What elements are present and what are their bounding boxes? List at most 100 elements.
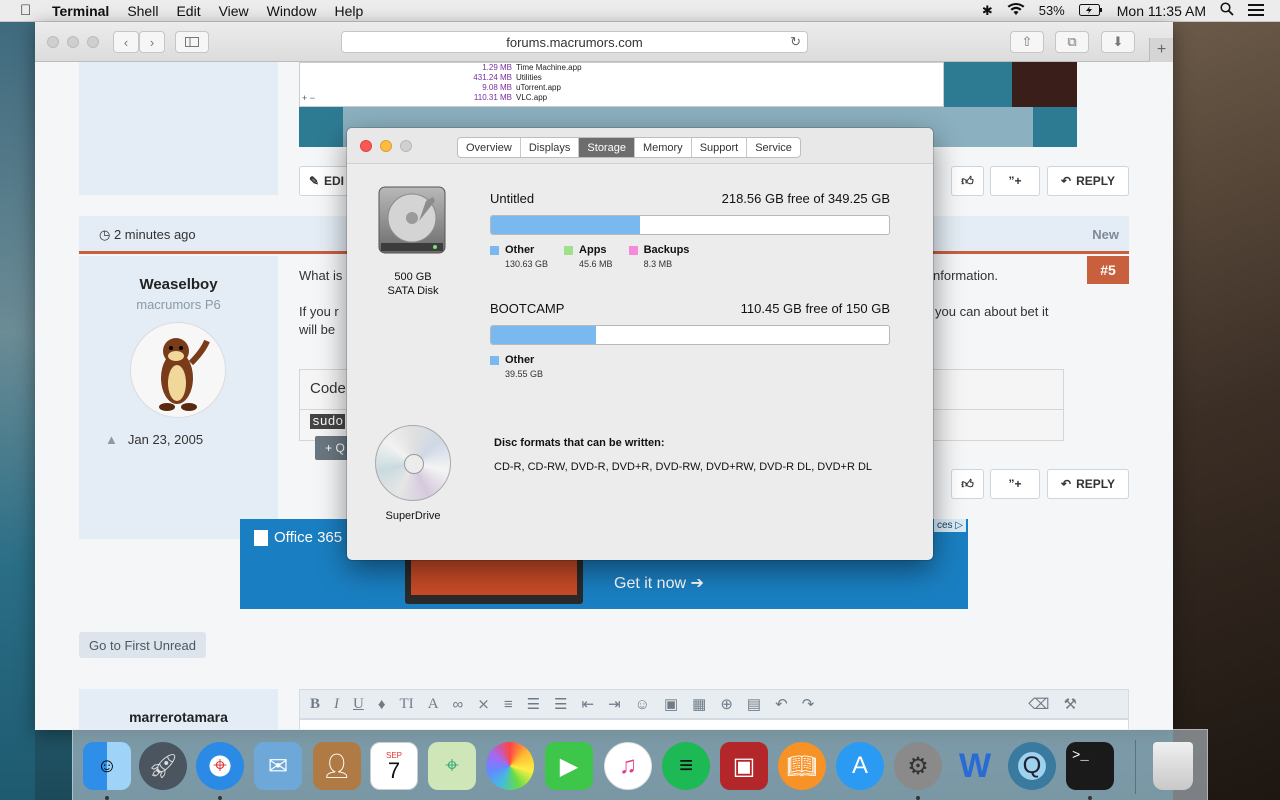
image-icon[interactable]: ▣ bbox=[664, 695, 678, 713]
mail-icon[interactable]: ✉ bbox=[254, 742, 302, 790]
maps-icon[interactable]: ⌖ bbox=[428, 742, 476, 790]
launchpad-icon[interactable]: 🚀︎ bbox=[139, 742, 187, 790]
link-icon[interactable]: ∞ bbox=[453, 696, 464, 713]
back-button[interactable]: ‹ bbox=[113, 31, 139, 53]
redo-icon[interactable]: ↷ bbox=[802, 695, 815, 713]
reply-username[interactable]: marrerotamara bbox=[79, 709, 278, 725]
tab-displays[interactable]: Displays bbox=[521, 138, 580, 157]
trash-icon[interactable] bbox=[1153, 742, 1193, 790]
zoom-button[interactable] bbox=[400, 140, 412, 152]
notification-center-icon[interactable] bbox=[1248, 3, 1264, 19]
post-number[interactable]: #5 bbox=[1087, 256, 1129, 284]
wifi-icon[interactable] bbox=[1007, 2, 1025, 19]
menu-edit[interactable]: Edit bbox=[176, 3, 200, 19]
save-draft-icon[interactable]: ▤ bbox=[747, 695, 761, 713]
edit-button[interactable]: ✎ EDI bbox=[299, 166, 354, 196]
app-menu[interactable]: Terminal bbox=[52, 3, 109, 19]
insert-icon[interactable]: ⊕ bbox=[720, 695, 733, 713]
tab-support[interactable]: Support bbox=[692, 138, 748, 157]
adchoices-badge[interactable]: ces ▷ bbox=[933, 519, 966, 532]
zoom-button[interactable] bbox=[87, 36, 99, 48]
tab-overview[interactable]: Overview bbox=[458, 138, 521, 157]
unlink-icon[interactable]: ⨯ bbox=[477, 695, 490, 713]
terminal-icon[interactable]: >_ bbox=[1066, 742, 1114, 790]
address-bar[interactable]: forums.macrumors.com ↻ bbox=[341, 31, 808, 53]
eraser-icon[interactable]: ⌫ bbox=[1028, 695, 1049, 713]
new-tab-button[interactable]: + bbox=[1149, 38, 1173, 62]
battery-percent[interactable]: 53% bbox=[1039, 3, 1065, 18]
share-button[interactable]: ⇧ bbox=[1010, 31, 1044, 53]
download-icon: ⬇ bbox=[1112, 34, 1124, 49]
undo-icon[interactable]: ↶ bbox=[775, 695, 788, 713]
go-to-first-unread-button[interactable]: Go to First Unread bbox=[79, 632, 206, 658]
wrench-icon[interactable]: ⚒ bbox=[1063, 695, 1076, 713]
appstore-icon[interactable]: A bbox=[836, 742, 884, 790]
bold-icon[interactable]: B bbox=[310, 696, 320, 713]
menu-window[interactable]: Window bbox=[267, 3, 317, 19]
multiquote-button[interactable]: ”+ bbox=[990, 469, 1040, 499]
close-button[interactable] bbox=[47, 36, 59, 48]
system-preferences-icon[interactable]: ⚙ bbox=[894, 742, 942, 790]
media-icon[interactable]: ▦ bbox=[692, 695, 706, 713]
font-size-icon[interactable]: TI bbox=[400, 696, 414, 713]
close-button[interactable] bbox=[360, 140, 372, 152]
menu-shell[interactable]: Shell bbox=[127, 3, 158, 19]
smilie-icon[interactable]: ☺ bbox=[635, 696, 650, 713]
text-color-icon[interactable]: ♦ bbox=[378, 696, 386, 713]
like-button[interactable]: 👍︎ bbox=[951, 166, 984, 196]
word-icon[interactable]: W bbox=[951, 742, 999, 790]
minimize-button[interactable] bbox=[67, 36, 79, 48]
photobooth-icon[interactable]: ▣ bbox=[720, 742, 768, 790]
ibooks-icon[interactable]: 📖︎ bbox=[778, 742, 826, 790]
arrow-circle-icon: ➔ bbox=[690, 575, 704, 592]
tab-memory[interactable]: Memory bbox=[635, 138, 692, 157]
bluetooth-icon[interactable]: ✱ bbox=[982, 3, 993, 19]
forward-button[interactable]: › bbox=[139, 31, 165, 53]
post-time[interactable]: ◷ 2 minutes ago bbox=[99, 227, 196, 243]
battery-icon[interactable] bbox=[1078, 3, 1103, 19]
storage-segment-other[interactable] bbox=[491, 326, 597, 344]
reload-icon[interactable]: ↻ bbox=[790, 34, 801, 50]
volume-name: Untitled bbox=[490, 191, 535, 206]
minimize-button[interactable] bbox=[380, 140, 392, 152]
clock[interactable]: Mon 11:35 AM bbox=[1117, 3, 1206, 19]
username[interactable]: Weaselboy bbox=[79, 276, 278, 293]
storage-segment-other[interactable] bbox=[491, 216, 640, 234]
apple-menu-icon[interactable]:  bbox=[20, 2, 38, 19]
ad-cta[interactable]: Get it now ➔ bbox=[614, 573, 704, 593]
avatar[interactable] bbox=[130, 322, 226, 418]
menu-view[interactable]: View bbox=[219, 3, 249, 19]
reply-button[interactable]: ↶ REPLY bbox=[1047, 166, 1129, 196]
indent-icon[interactable]: ⇥ bbox=[608, 695, 621, 713]
like-button[interactable]: 👍︎ bbox=[951, 469, 984, 499]
sidebar-button[interactable] bbox=[175, 31, 209, 53]
itunes-icon[interactable]: ♫ bbox=[604, 742, 652, 790]
editor-toolbar: B I U ♦ TI A ∞ ⨯ ≡ ☰ ☰ ⇤ ⇥ ☺ ▣ ▦ ⊕ ▤ ↶ ↷… bbox=[299, 689, 1129, 719]
storage-bar[interactable] bbox=[490, 325, 890, 345]
tab-service[interactable]: Service bbox=[747, 138, 800, 157]
photos-icon[interactable] bbox=[486, 742, 534, 790]
facetime-icon[interactable]: ▶ bbox=[545, 742, 593, 790]
tabs-overview-button[interactable]: ⧉ bbox=[1055, 31, 1089, 53]
menu-help[interactable]: Help bbox=[334, 3, 363, 19]
multiquote-button[interactable]: ”+ bbox=[990, 166, 1040, 196]
downloads-button[interactable]: ⬇ bbox=[1101, 31, 1135, 53]
bullet-list-icon[interactable]: ☰ bbox=[527, 695, 540, 713]
font-family-icon[interactable]: A bbox=[428, 696, 439, 713]
numbered-list-icon[interactable]: ☰ bbox=[554, 695, 567, 713]
outdent-icon[interactable]: ⇤ bbox=[581, 695, 594, 713]
quicktime-icon[interactable]: Q bbox=[1008, 742, 1056, 790]
storage-bar[interactable] bbox=[490, 215, 890, 235]
contacts-icon[interactable]: 👤︎ bbox=[313, 742, 361, 790]
calendar-icon[interactable]: SEP 7 bbox=[370, 742, 418, 790]
spotlight-search-icon[interactable] bbox=[1220, 2, 1234, 19]
spotify-icon[interactable]: ≡ bbox=[662, 742, 710, 790]
italic-icon[interactable]: I bbox=[334, 696, 339, 713]
underline-icon[interactable]: U bbox=[353, 696, 364, 713]
reply-button[interactable]: ↶ REPLY bbox=[1047, 469, 1129, 499]
finder-icon[interactable]: ☺ bbox=[83, 742, 131, 790]
align-icon[interactable]: ≡ bbox=[504, 696, 513, 713]
embedded-window: 1.29 MB Time Machine.app 431.24 MB Utiliti… bbox=[299, 62, 944, 107]
tab-storage[interactable]: Storage bbox=[579, 138, 635, 157]
safari-icon[interactable]: ⌖ bbox=[196, 742, 244, 790]
